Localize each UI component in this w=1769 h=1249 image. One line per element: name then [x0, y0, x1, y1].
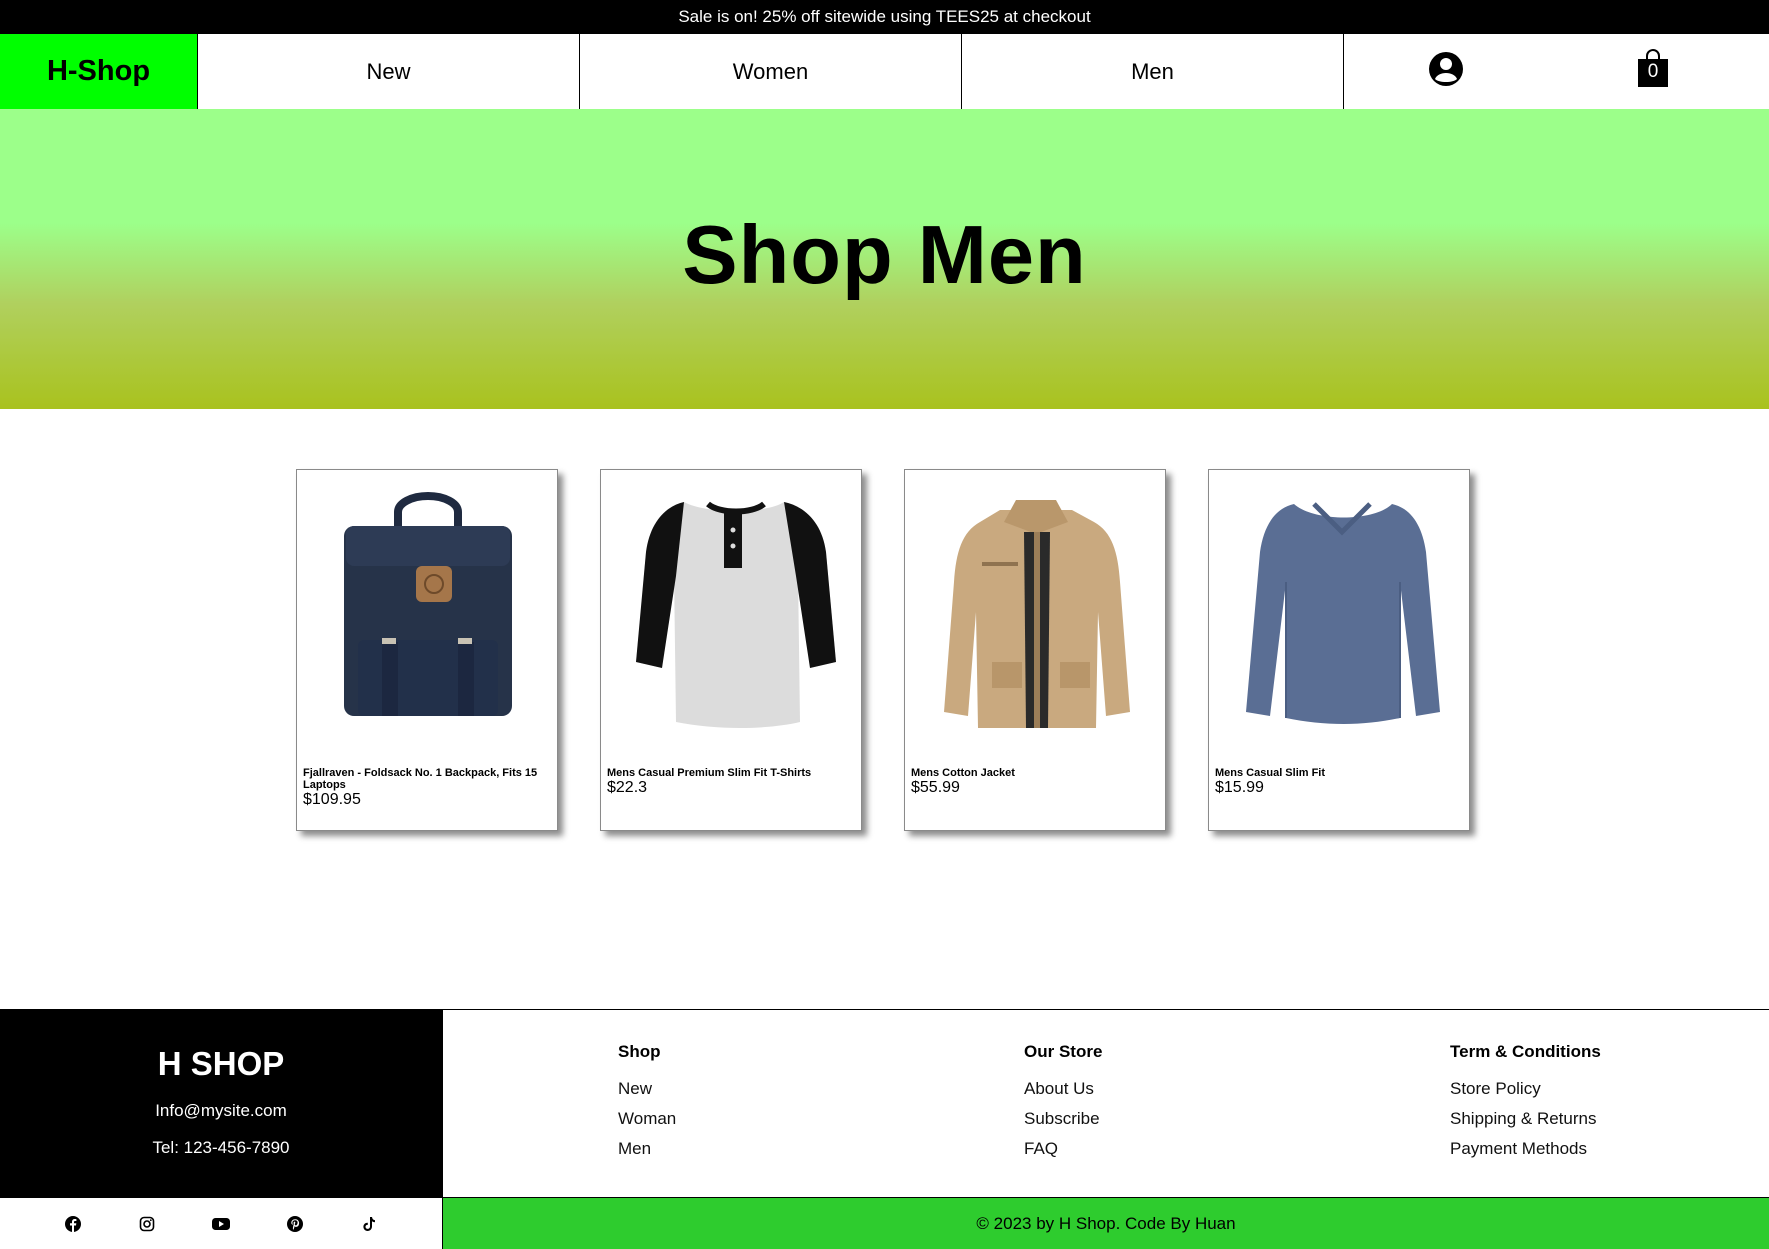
- product-card[interactable]: Mens Cotton Jacket $55.99: [904, 469, 1166, 831]
- announcement-text: Sale is on! 25% off sitewide using TEES2…: [678, 7, 1091, 26]
- product-image-longsleeve: [1246, 502, 1440, 724]
- product-name[interactable]: Fjallraven - Foldsack No. 1 Backpack, Fi…: [303, 767, 549, 791]
- product-price: $22.3: [607, 779, 648, 796]
- footer-brand: H SHOP: [157, 1045, 285, 1082]
- page-title: Shop Men: [682, 208, 1087, 301]
- header-actions: 0: [1344, 34, 1769, 109]
- footer-email[interactable]: Info@mysite.com: [0, 1101, 442, 1121]
- footer-column-title: Shop: [618, 1042, 661, 1061]
- youtube-icon[interactable]: [211, 1214, 231, 1234]
- product-price: $15.99: [1215, 779, 1264, 796]
- social-bar: [0, 1197, 442, 1249]
- instagram-icon[interactable]: [137, 1214, 157, 1234]
- user-account-icon: [1429, 52, 1463, 86]
- cart-count: 0: [1647, 61, 1659, 82]
- footer-column-shop: Shop New Woman Men: [618, 1042, 676, 1169]
- footer-link-faq[interactable]: FAQ: [1024, 1139, 1102, 1159]
- footer-link-men[interactable]: Men: [618, 1139, 676, 1159]
- site-header: H-Shop New Women Men 0: [0, 34, 1769, 109]
- copyright-bar: © 2023 by H Shop. Code By Huan: [442, 1197, 1769, 1249]
- product-name[interactable]: Mens Cotton Jacket: [911, 767, 1157, 779]
- site-logo[interactable]: H-Shop: [0, 34, 198, 109]
- footer-link-store-policy[interactable]: Store Policy: [1450, 1079, 1601, 1099]
- product-name[interactable]: Mens Casual Premium Slim Fit T-Shirts: [607, 767, 853, 779]
- product-card[interactable]: Mens Casual Premium Slim Fit T-Shirts $2…: [600, 469, 862, 831]
- product-grid: Fjallraven - Foldsack No. 1 Backpack, Fi…: [296, 469, 1472, 831]
- nav-item-new[interactable]: New: [198, 34, 580, 109]
- hero-banner: Shop Men: [0, 109, 1769, 409]
- footer-link-shipping-returns[interactable]: Shipping & Returns: [1450, 1109, 1601, 1129]
- footer-link-about-us[interactable]: About Us: [1024, 1079, 1102, 1099]
- footer-column-our-store: Our Store About Us Subscribe FAQ: [1024, 1042, 1102, 1169]
- cart-button[interactable]: 0: [1636, 48, 1670, 88]
- footer-link-subscribe[interactable]: Subscribe: [1024, 1109, 1102, 1129]
- product-image-backpack: [344, 492, 512, 716]
- footer-column-terms: Term & Conditions Store Policy Shipping …: [1450, 1042, 1601, 1169]
- footer-contact: H SHOP Info@mysite.com Tel: 123-456-7890: [0, 1009, 442, 1197]
- footer-link-woman[interactable]: Woman: [618, 1109, 676, 1129]
- announcement-bar: Sale is on! 25% off sitewide using TEES2…: [0, 0, 1769, 34]
- account-button[interactable]: [1428, 51, 1464, 87]
- copyright-text: © 2023 by H Shop. Code By Huan: [976, 1213, 1236, 1233]
- footer-link-new[interactable]: New: [618, 1079, 676, 1099]
- product-name[interactable]: Mens Casual Slim Fit: [1215, 767, 1461, 779]
- product-card[interactable]: Mens Casual Slim Fit $15.99: [1208, 469, 1470, 831]
- facebook-icon[interactable]: [63, 1214, 83, 1234]
- nav-item-men[interactable]: Men: [962, 34, 1344, 109]
- footer-column-title: Term & Conditions: [1450, 1042, 1601, 1061]
- footer-links: Shop New Woman Men Our Store About Us Su…: [442, 1009, 1769, 1197]
- pinterest-icon[interactable]: [285, 1214, 305, 1234]
- product-price: $109.95: [303, 791, 361, 808]
- footer-column-title: Our Store: [1024, 1042, 1103, 1061]
- product-image-shirt: [636, 501, 836, 728]
- footer-link-payment-methods[interactable]: Payment Methods: [1450, 1139, 1601, 1159]
- product-card[interactable]: Fjallraven - Foldsack No. 1 Backpack, Fi…: [296, 469, 558, 831]
- product-price: $55.99: [911, 779, 960, 796]
- nav-item-women[interactable]: Women: [580, 34, 962, 109]
- product-image-jacket: [944, 500, 1130, 728]
- footer-phone: Tel: 123-456-7890: [152, 1138, 290, 1157]
- tiktok-icon[interactable]: [359, 1214, 379, 1234]
